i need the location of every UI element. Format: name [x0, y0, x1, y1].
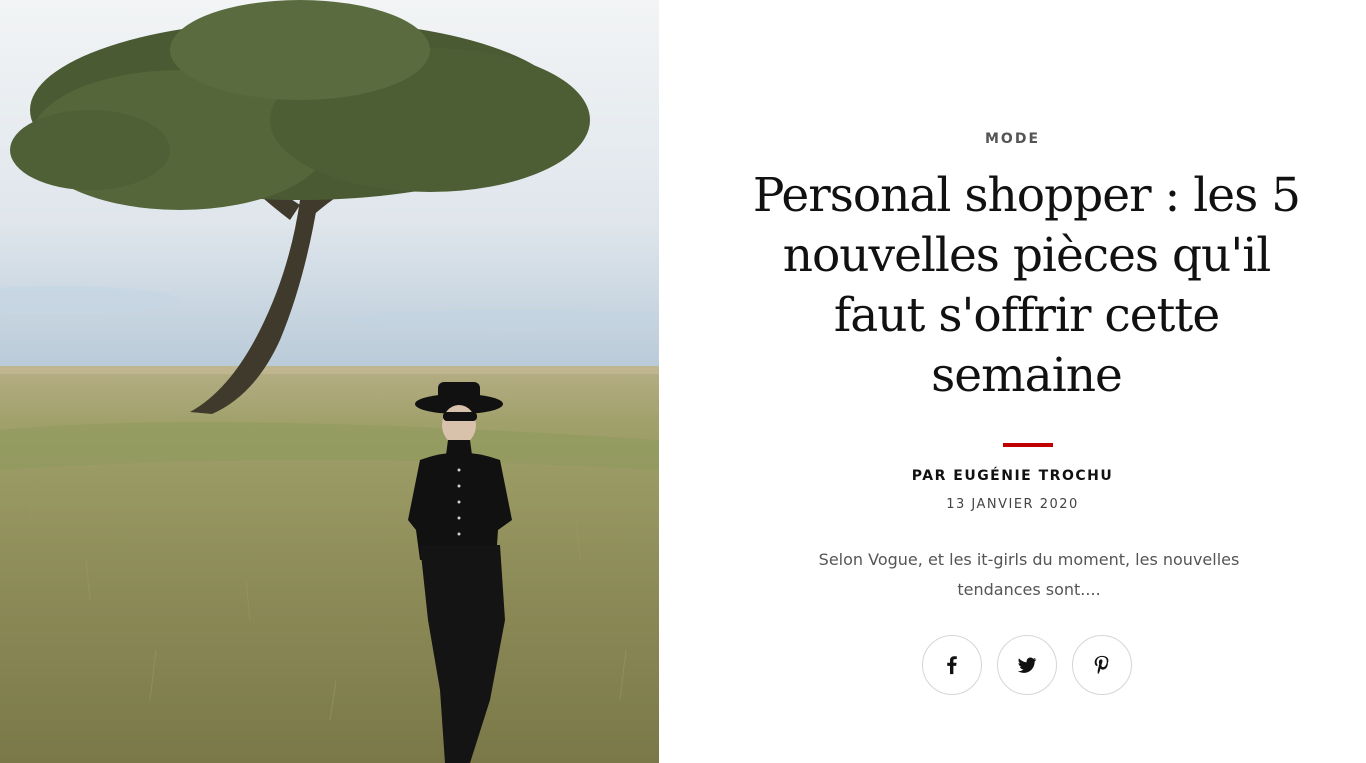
article-excerpt: Selon Vogue, et les it-girls du moment, … [818, 550, 1240, 599]
accent-divider [1003, 443, 1053, 447]
share-buttons [922, 635, 1132, 695]
hero-photo [0, 0, 659, 763]
article-header: MODE Personal shopper : les 5 nouvelles … [659, 0, 1366, 763]
facebook-share-button[interactable] [922, 635, 982, 695]
pinterest-icon [1094, 655, 1109, 675]
pinterest-share-button[interactable] [1072, 635, 1132, 695]
facebook-icon [947, 656, 957, 675]
twitter-icon [1017, 657, 1037, 673]
article-title[interactable]: Personal shopper : les 5 nouvelles pièce… [749, 166, 1304, 406]
hero-image [0, 0, 659, 763]
author-byline[interactable]: PAR EUGÉNIE TROCHU [659, 468, 1366, 484]
category-label[interactable]: MODE [659, 131, 1366, 147]
publish-date: 13 JANVIER 2020 [946, 497, 1079, 512]
twitter-share-button[interactable] [997, 635, 1057, 695]
